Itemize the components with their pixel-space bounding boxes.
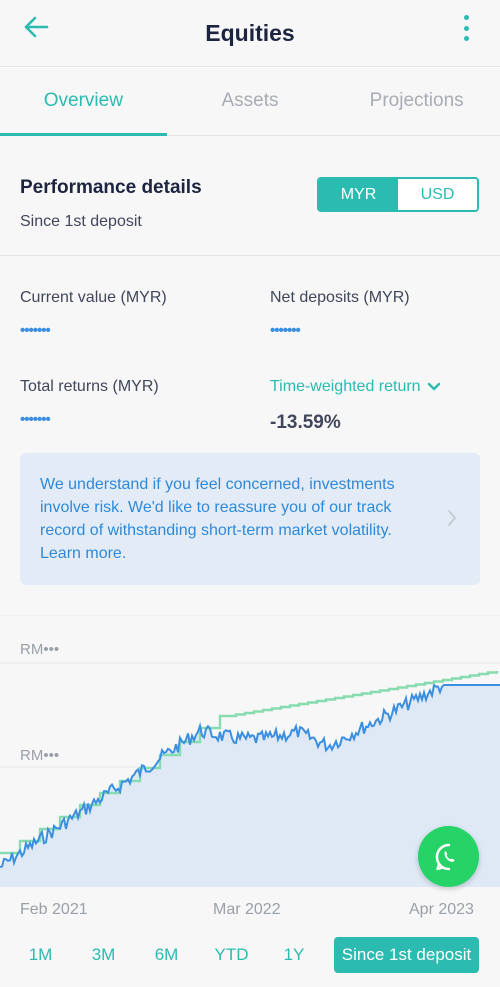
- return-metric-dropdown[interactable]: Time-weighted return: [270, 378, 441, 396]
- x-axis-label: Mar 2022: [213, 901, 281, 918]
- range-3m-chip[interactable]: 3M: [80, 937, 127, 973]
- tab-projections[interactable]: Projections: [333, 67, 500, 135]
- currency-myr-button[interactable]: MYR: [319, 179, 398, 210]
- more-vertical-icon: [463, 15, 469, 20]
- chevron-down-icon: [427, 382, 440, 391]
- current-value-label: Current value (MYR): [20, 289, 167, 306]
- return-metric-label: Time-weighted return: [270, 378, 421, 395]
- whatsapp-icon: [435, 843, 454, 870]
- currency-toggle: MYR USD: [317, 177, 479, 212]
- notice-text: We understand if you feel concerned, inv…: [40, 476, 395, 562]
- range-ytd-chip[interactable]: YTD: [205, 937, 258, 973]
- page-title: Equities: [205, 19, 295, 46]
- performance-title: Performance details: [20, 177, 202, 198]
- return-metric-value: -13.59%: [270, 412, 341, 433]
- range-1m-chip[interactable]: 1M: [18, 937, 63, 973]
- total-returns-label: Total returns (MYR): [20, 378, 159, 395]
- x-axis-label: Apr 2023: [409, 901, 474, 918]
- back-button[interactable]: [22, 13, 50, 41]
- total-returns-amount: •••••••: [20, 411, 51, 428]
- chevron-right-icon: [448, 510, 456, 526]
- whatsapp-button[interactable]: [418, 826, 479, 887]
- x-axis-label: Feb 2021: [20, 901, 88, 918]
- y-axis-label: RM•••: [20, 747, 59, 764]
- current-value-amount: •••••••: [20, 322, 51, 339]
- top-bar: Equities: [0, 0, 500, 66]
- tab-assets[interactable]: Assets: [167, 67, 334, 135]
- range-6m-chip[interactable]: 6M: [144, 937, 189, 973]
- more-menu-button[interactable]: [458, 15, 474, 41]
- net-deposits-amount: •••••••: [270, 322, 301, 339]
- divider: [0, 255, 500, 256]
- currency-usd-button[interactable]: USD: [398, 179, 477, 210]
- tab-bar: Overview Assets Projections: [0, 66, 500, 136]
- range-selector: 1M 3M 6M YTD 1Y Since 1st deposit: [0, 937, 500, 973]
- net-deposits-label: Net deposits (MYR): [270, 289, 410, 306]
- range-since-first-deposit-chip[interactable]: Since 1st deposit: [334, 937, 479, 973]
- y-axis-label: RM•••: [20, 641, 59, 658]
- performance-subtitle: Since 1st deposit: [20, 213, 142, 230]
- arrow-left-icon: [24, 16, 49, 38]
- reassurance-notice[interactable]: We understand if you feel concerned, inv…: [20, 453, 480, 585]
- tab-overview[interactable]: Overview: [0, 67, 167, 136]
- range-1y-chip[interactable]: 1Y: [275, 937, 313, 973]
